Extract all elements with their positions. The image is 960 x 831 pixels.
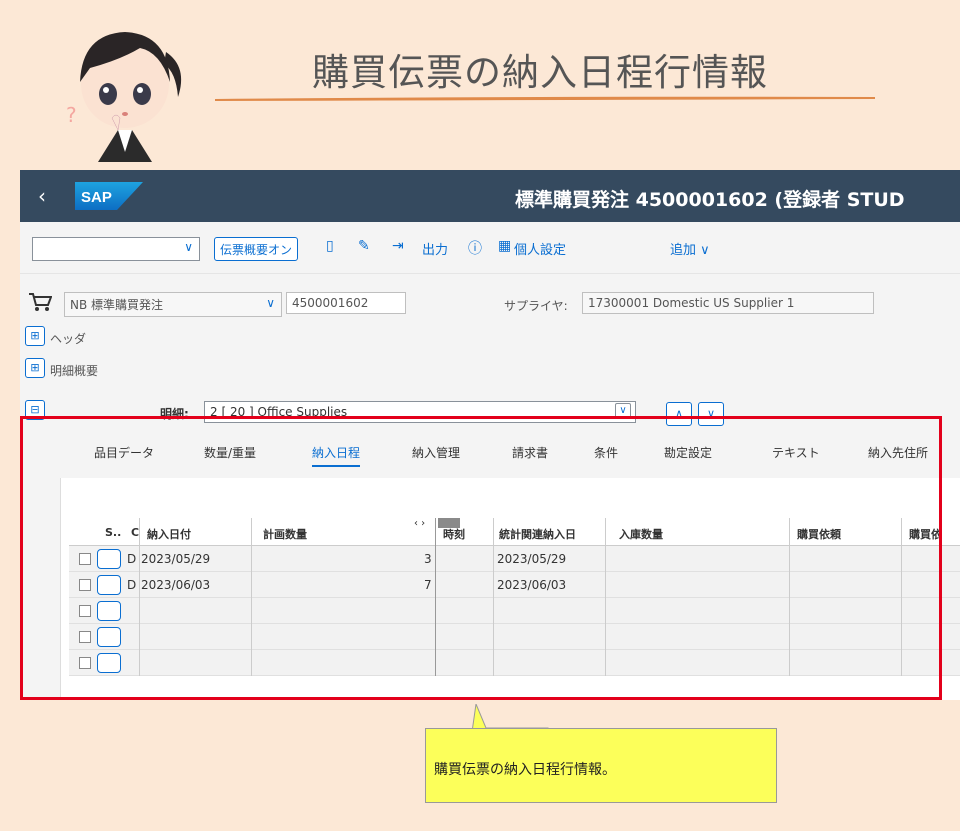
col-category[interactable]: C [131, 526, 139, 539]
document-type-dropdown[interactable]: ∨ [32, 237, 200, 261]
column-divider [435, 518, 436, 676]
output-button[interactable]: 出力 [422, 239, 448, 258]
chevron-down-icon: ∨ [184, 240, 193, 254]
tab-quantity-weight[interactable]: 数量/重量 [204, 444, 256, 461]
col-status[interactable]: S.. [105, 526, 121, 539]
po-number-field[interactable]: 4500001602 [286, 292, 406, 314]
tab-conditions[interactable]: 条件 [594, 444, 618, 461]
new-document-icon[interactable]: ▯ [326, 238, 334, 254]
cell-delivery-date[interactable]: 2023/05/29 [141, 552, 210, 566]
col-delivery-date[interactable]: 納入日付 [147, 526, 191, 542]
header-area: NB 標準購買発注 ∨ 4500001602 サプライヤ: 17300001 Do… [20, 274, 960, 392]
column-divider [901, 518, 902, 676]
item-label: 明細: [160, 407, 189, 421]
column-divider [789, 518, 790, 676]
svg-text:SAP: SAP [81, 189, 112, 206]
grid-header: S.. C 納入日付 計画数量 時刻 統計関連納入日 入庫数量 購買依頼 購買依 [69, 518, 960, 546]
col-planned-qty[interactable]: 計画数量 [263, 526, 307, 542]
previous-item-button[interactable]: ∧ [666, 402, 692, 426]
row-selector[interactable] [97, 575, 121, 595]
column-divider [605, 518, 606, 676]
row-selector[interactable] [97, 653, 121, 673]
item-overview-label: 明細概要 [50, 364, 99, 378]
tab-delivery-control[interactable]: 納入管理 [412, 444, 460, 461]
item-tabs: 品目データ 数量/重量 納入日程 納入管理 請求書 条件 勘定設定 テキスト 納… [20, 444, 960, 468]
cell-planned-qty[interactable]: 3 [424, 552, 432, 566]
slide-title: 購買伝票の納入日程行情報 [312, 51, 768, 94]
table-row[interactable] [69, 598, 960, 624]
sap-window: ‹ SAP 標準購買発注 4500001602 (登録者 STUD ∨ 伝票概要… [20, 170, 960, 700]
toolbar: ∨ 伝票概要オン ▯ ✎ ⇥ 出力 ⓘ ▦ 個人設定 追加 ∨ [20, 222, 960, 274]
header-label: ヘッダ [50, 332, 87, 346]
col-gr-qty[interactable]: 入庫数量 [619, 526, 663, 542]
document-overview-button[interactable]: 伝票概要オン [214, 237, 299, 261]
row-selector[interactable] [97, 627, 121, 647]
table-row[interactable] [69, 650, 960, 676]
more-menu-button[interactable]: 追加 ∨ [670, 239, 710, 258]
tab-texts[interactable]: テキスト [772, 444, 820, 461]
cell-category: D [127, 552, 137, 566]
page-title: 標準購買発注 4500001602 (登録者 STUD [515, 189, 905, 211]
col-time[interactable]: 時刻 [443, 526, 465, 542]
cell-delivery-date[interactable]: 2023/06/03 [141, 578, 210, 592]
row-checkbox[interactable] [79, 657, 91, 669]
cart-icon [29, 293, 52, 311]
document-type-select[interactable]: NB 標準購買発注 ∨ [64, 292, 282, 317]
chevron-down-icon: ∨ [266, 296, 275, 310]
personal-settings-button[interactable]: 個人設定 [514, 239, 566, 258]
other-document-icon[interactable]: ⇥ [392, 238, 404, 254]
cell-stat-date[interactable]: 2023/06/03 [497, 578, 566, 592]
info-icon[interactable]: ⓘ [468, 238, 482, 258]
tab-material-data[interactable]: 品目データ [94, 444, 154, 461]
tab-delivery-address[interactable]: 納入先住所 [868, 444, 928, 461]
svg-text:?: ? [66, 103, 77, 127]
row-checkbox[interactable] [79, 631, 91, 643]
sap-logo[interactable]: SAP [75, 182, 143, 210]
supplier-field[interactable]: 17300001 Domestic US Supplier 1 [582, 292, 874, 314]
col-purchase-req-item[interactable]: 購買依 [909, 526, 942, 542]
horizontal-scrollbar-thumb[interactable] [438, 518, 460, 528]
expand-header-button[interactable]: ⊞ [25, 326, 45, 346]
col-stat-delivery-date[interactable]: 統計関連納入日 [499, 526, 576, 542]
cell-planned-qty[interactable]: 7 [424, 578, 432, 592]
column-divider [493, 518, 494, 676]
item-select[interactable]: 2 [ 20 ] Office Supplies ∨ [204, 401, 636, 423]
next-item-button[interactable]: ∨ [698, 402, 724, 426]
item-detail-section: ⊟ 明細: 2 [ 20 ] Office Supplies ∨ ∧ ∨ 品目デー… [20, 392, 960, 700]
delivery-schedule-panel: S.. C 納入日付 計画数量 時刻 統計関連納入日 入庫数量 購買依頼 購買依… [60, 478, 960, 700]
chevron-left-icon[interactable]: ‹ [38, 184, 46, 208]
title-underline [215, 96, 875, 101]
expand-item-overview-button[interactable]: ⊞ [25, 358, 45, 378]
row-selector[interactable] [97, 549, 121, 569]
display-change-icon[interactable]: ✎ [358, 238, 370, 254]
column-divider [139, 518, 140, 676]
tab-delivery-schedule[interactable]: 納入日程 [312, 444, 361, 467]
column-divider [251, 518, 252, 676]
row-selector[interactable] [97, 601, 121, 621]
cell-category: D [127, 578, 137, 592]
table-row[interactable] [69, 624, 960, 650]
row-checkbox[interactable] [79, 553, 91, 565]
cell-stat-date[interactable]: 2023/05/29 [497, 552, 566, 566]
schedule-grid: S.. C 納入日付 計画数量 時刻 統計関連納入日 入庫数量 購買依頼 購買依… [69, 518, 960, 676]
supplier-label: サプライヤ: [504, 299, 568, 313]
collapse-item-detail-button[interactable]: ⊟ [25, 400, 45, 420]
personal-settings-icon[interactable]: ▦ [498, 238, 511, 254]
chevron-down-icon: ∨ [615, 403, 631, 419]
tab-invoice[interactable]: 請求書 [512, 444, 548, 461]
horizontal-scroll-arrows[interactable]: ‹ › [414, 518, 425, 529]
table-row[interactable]: D 2023/05/29 3 2023/05/29 [69, 546, 960, 572]
presenter-avatar: ? [66, 32, 182, 162]
table-row[interactable]: D 2023/06/03 7 2023/06/03 [69, 572, 960, 598]
row-checkbox[interactable] [79, 579, 91, 591]
callout-box: 購買伝票の納入日程行情報。 [425, 728, 777, 803]
row-checkbox[interactable] [79, 605, 91, 617]
shell-bar: ‹ SAP 標準購買発注 4500001602 (登録者 STUD [20, 170, 960, 222]
col-purchase-req[interactable]: 購買依頼 [797, 526, 841, 542]
tab-account-assignment[interactable]: 勘定設定 [664, 444, 712, 461]
